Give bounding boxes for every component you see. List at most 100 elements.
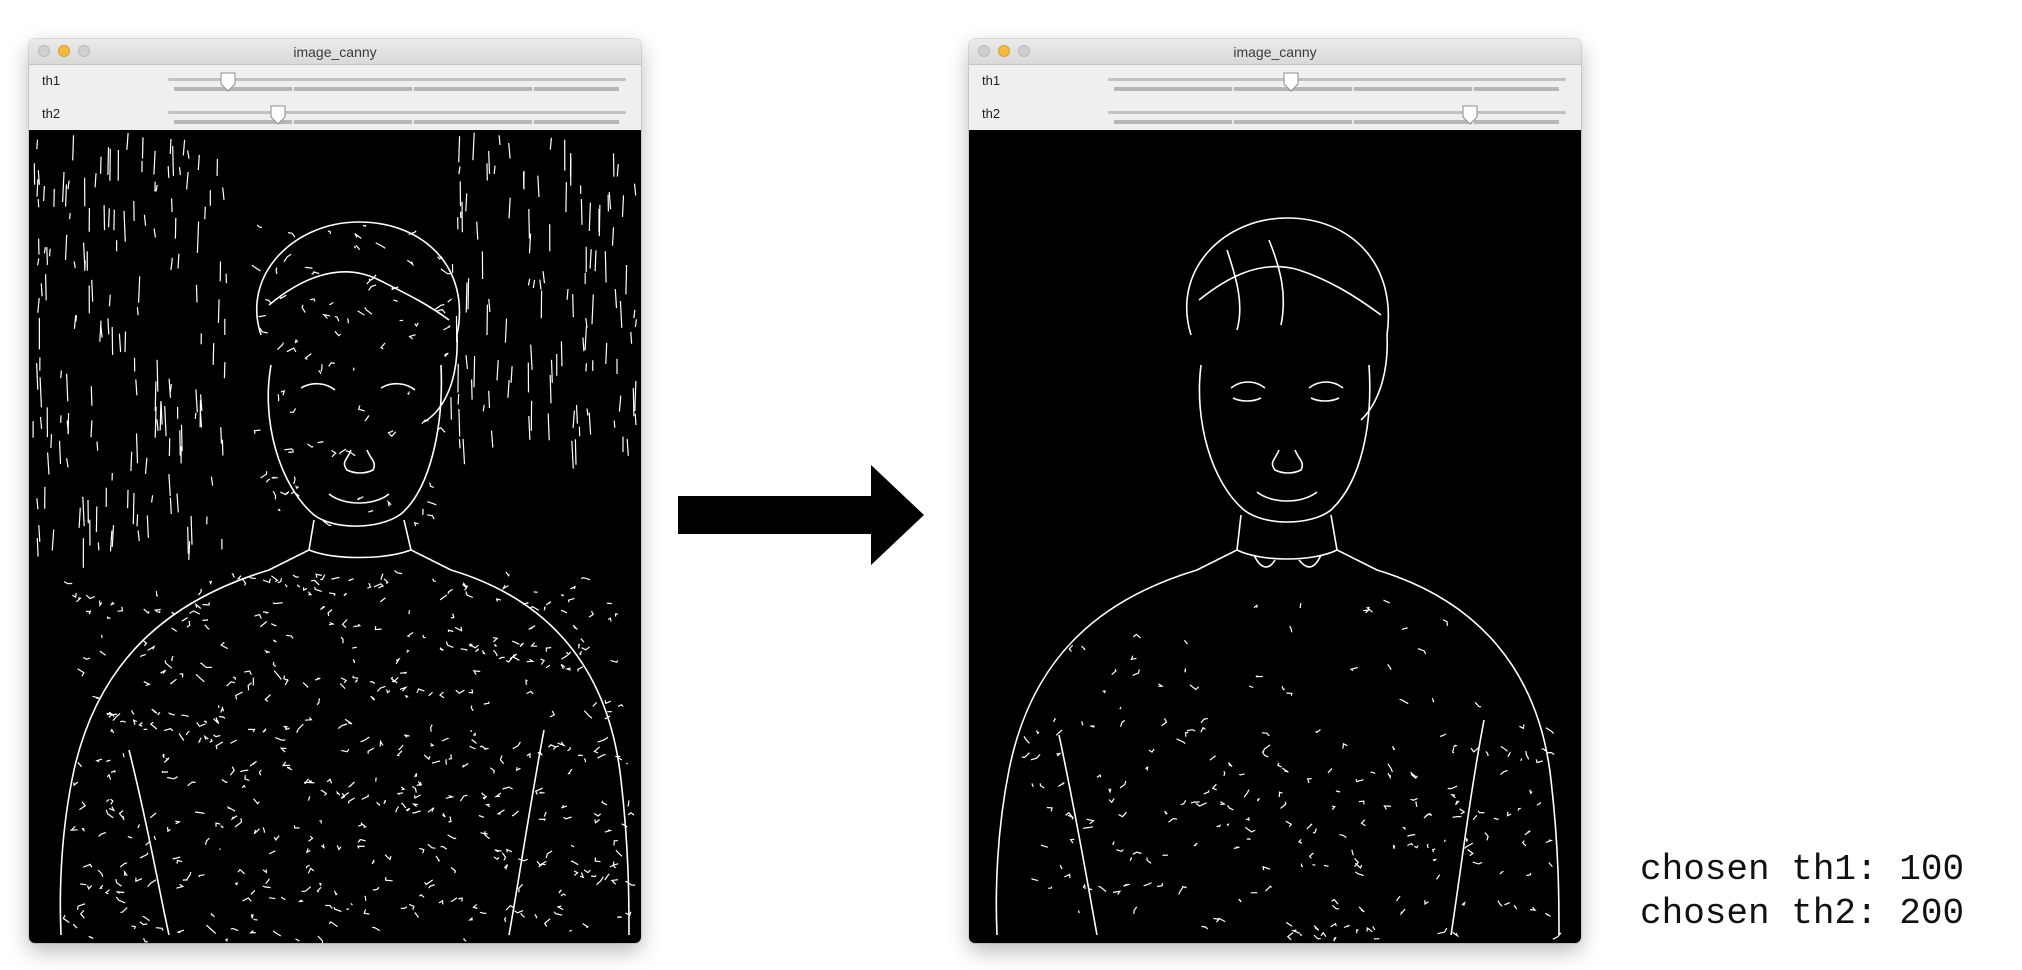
edge-fragment <box>66 373 69 402</box>
edge-fragment <box>167 826 171 833</box>
edge-fragment <box>339 683 346 689</box>
edge-fragment <box>472 903 478 910</box>
edge-fragment <box>305 848 311 854</box>
edge-fragment <box>1472 861 1483 865</box>
edge-fragment <box>547 413 550 441</box>
edge-fragment <box>333 890 338 896</box>
edge-fragment <box>1090 725 1095 728</box>
edge-fragment <box>564 667 571 671</box>
edge-fragment <box>471 739 477 744</box>
edge-fragment <box>1306 823 1313 830</box>
edge-fragment <box>387 499 392 507</box>
edge-fragment <box>357 496 364 501</box>
edge-fragment <box>262 827 266 833</box>
trackbar-ticks <box>1114 87 1559 91</box>
edge-fragment <box>414 773 418 778</box>
edge-fragment <box>532 279 536 289</box>
edge-fragment <box>156 419 159 431</box>
edge-fragment <box>1504 902 1510 906</box>
edge-fragment <box>1082 883 1086 890</box>
edge-fragment <box>1280 801 1287 809</box>
edge-fragment <box>142 938 148 943</box>
edge-fragment <box>320 843 325 849</box>
edge-fragment <box>457 393 460 405</box>
edge-fragment <box>1286 932 1294 941</box>
edge-fragment <box>593 746 600 754</box>
edge-fragment <box>352 646 357 649</box>
edge-fragment <box>1313 925 1320 931</box>
edge-fragment <box>424 879 434 886</box>
window-titlebar[interactable]: image_canny <box>969 39 1581 65</box>
edge-fragment <box>1048 886 1053 889</box>
edge-fragment <box>254 613 262 619</box>
edge-fragment <box>1239 773 1245 776</box>
trackbar-th1: th1 <box>969 65 1581 98</box>
trackbar-track[interactable] <box>168 111 626 114</box>
edge-fragment <box>90 386 93 406</box>
edge-fragment <box>66 458 69 468</box>
window-titlebar[interactable]: image_canny <box>29 39 641 65</box>
edge-fragment <box>1081 645 1086 651</box>
edge-fragment <box>1519 724 1525 730</box>
edge-fragment <box>1281 767 1289 773</box>
edge-fragment <box>352 367 355 371</box>
edge-fragment <box>181 714 189 717</box>
edge-fragment <box>492 637 499 643</box>
edge-fragment <box>1249 685 1254 688</box>
trackbar-track[interactable] <box>168 78 626 81</box>
edge-fragment <box>1331 898 1339 905</box>
edge-fragment <box>169 138 172 155</box>
edge-fragment <box>289 408 297 413</box>
edge-fragment <box>79 909 85 919</box>
edge-fragment <box>1046 806 1053 812</box>
edge-fragment <box>203 720 207 724</box>
edge-fragment <box>131 710 135 715</box>
edge-fragment <box>469 745 476 750</box>
edge-fragment <box>69 212 71 220</box>
edge-fragment <box>90 420 93 438</box>
slider-thumb-icon[interactable] <box>1461 105 1479 125</box>
edge-fragment <box>561 805 568 809</box>
slider-thumb-icon[interactable] <box>1282 72 1300 92</box>
edge-fragment <box>286 347 297 353</box>
edge-fragment <box>1278 791 1283 798</box>
edge-fragment <box>427 514 435 520</box>
edge-fragment <box>545 600 552 606</box>
edge-fragment <box>236 575 242 580</box>
edge-fragment <box>567 746 571 752</box>
edge-fragment <box>182 879 188 881</box>
edge-fragment <box>253 798 260 805</box>
trackbar-track[interactable] <box>1108 78 1566 81</box>
edge-fragment <box>1513 905 1518 910</box>
edge-fragment <box>62 914 70 923</box>
trackbar-track[interactable] <box>1108 111 1566 114</box>
slider-thumb-icon[interactable] <box>219 72 237 92</box>
edge-fragment <box>162 753 165 758</box>
edge-fragment <box>51 529 55 551</box>
edge-fragment <box>119 862 128 868</box>
slider-thumb-icon[interactable] <box>269 105 287 125</box>
edge-fragment <box>597 754 606 759</box>
edge-fragment <box>501 584 509 591</box>
edge-fragment <box>58 440 62 465</box>
edge-fragment <box>1459 808 1466 815</box>
edge-fragment <box>1354 862 1363 870</box>
edge-fragment <box>439 594 448 601</box>
edge-fragment <box>375 242 386 249</box>
edge-fragment <box>188 541 191 560</box>
edge-fragment <box>601 800 608 806</box>
edge-fragment <box>543 918 551 927</box>
edge-fragment <box>396 750 403 757</box>
edge-fragment <box>560 893 566 897</box>
edge-fragment <box>416 688 425 694</box>
edge-fragment <box>1146 857 1152 864</box>
edge-fragment <box>1261 732 1270 737</box>
edge-fragment <box>215 822 221 827</box>
edge-fragment <box>38 525 41 542</box>
edge-fragment <box>331 576 340 580</box>
edge-fragment <box>82 863 93 868</box>
edge-fragment <box>194 811 205 815</box>
edge-fragment <box>505 571 510 577</box>
edge-fragment <box>155 927 164 931</box>
edge-fragment <box>472 732 476 736</box>
